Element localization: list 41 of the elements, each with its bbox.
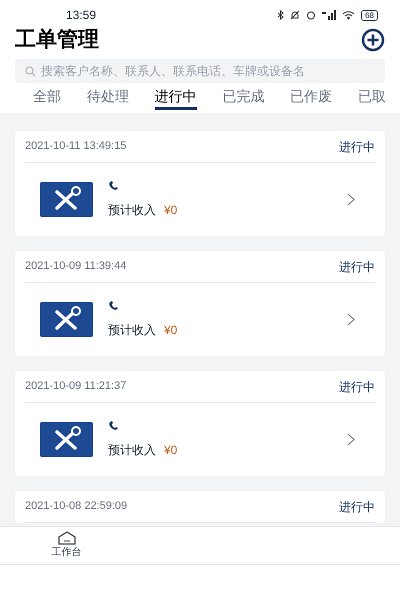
order-card[interactable]: 2021-10-09 11:39:44 进行中 预计收入 ¥0 bbox=[15, 251, 385, 356]
order-status: 进行中 bbox=[339, 138, 375, 156]
order-status: 进行中 bbox=[339, 498, 375, 516]
tab[interactable]: 全部 bbox=[33, 87, 61, 110]
order-time: 2021-10-08 22:59:09 bbox=[25, 499, 128, 514]
phone-icon[interactable] bbox=[108, 300, 120, 310]
search-field[interactable]: 搜索客户名称、联系人、联系电话、车牌或设备名 bbox=[15, 59, 385, 83]
nav-label[interactable]: 工作台 bbox=[52, 545, 82, 560]
home-icon[interactable] bbox=[58, 531, 76, 545]
income-value: ¥0 bbox=[164, 442, 178, 458]
tab[interactable]: 已完成 bbox=[222, 87, 264, 110]
order-time: 2021-10-09 11:39:44 bbox=[25, 259, 126, 274]
phone-icon[interactable] bbox=[108, 180, 120, 190]
chevron-right-icon[interactable] bbox=[347, 313, 355, 326]
signal-icon bbox=[322, 10, 336, 20]
status-time: 13:59 bbox=[66, 7, 96, 24]
tab[interactable]: 已作废 bbox=[290, 87, 332, 110]
order-card[interactable]: 2021-10-11 13:49:15 进行中 预计收入 ¥0 bbox=[15, 131, 385, 236]
chevron-right-icon[interactable] bbox=[347, 433, 355, 446]
wifi-icon bbox=[342, 10, 356, 20]
battery-level: 68 bbox=[361, 10, 378, 20]
tab[interactable]: 进行中 bbox=[154, 87, 197, 110]
income-label: 预计收入 bbox=[108, 202, 156, 218]
tab[interactable]: 已取 bbox=[358, 87, 386, 110]
order-card[interactable]: 2021-10-09 11:21:37 进行中 预计收入 ¥0 bbox=[15, 371, 385, 476]
income-value: ¥0 bbox=[164, 202, 178, 218]
income-label: 预计收入 bbox=[108, 442, 156, 458]
order-time: 2021-10-09 11:21:37 bbox=[25, 379, 126, 394]
phone-icon[interactable] bbox=[108, 420, 120, 430]
search-icon bbox=[25, 66, 36, 76]
income-value: ¥0 bbox=[164, 322, 178, 338]
order-card[interactable]: 2021-10-08 22:59:09 进行中 bbox=[15, 491, 385, 523]
order-status: 进行中 bbox=[339, 258, 375, 276]
chevron-right-icon[interactable] bbox=[347, 193, 355, 206]
tab[interactable]: 待处理 bbox=[86, 87, 129, 110]
order-time: 2021-10-11 13:49:15 bbox=[25, 139, 126, 154]
bluetooth-icon bbox=[277, 10, 284, 20]
income-label: 预计收入 bbox=[108, 322, 156, 338]
page-title: 工单管理 bbox=[15, 27, 99, 54]
add-icon[interactable] bbox=[361, 28, 385, 52]
order-status: 进行中 bbox=[339, 378, 375, 396]
